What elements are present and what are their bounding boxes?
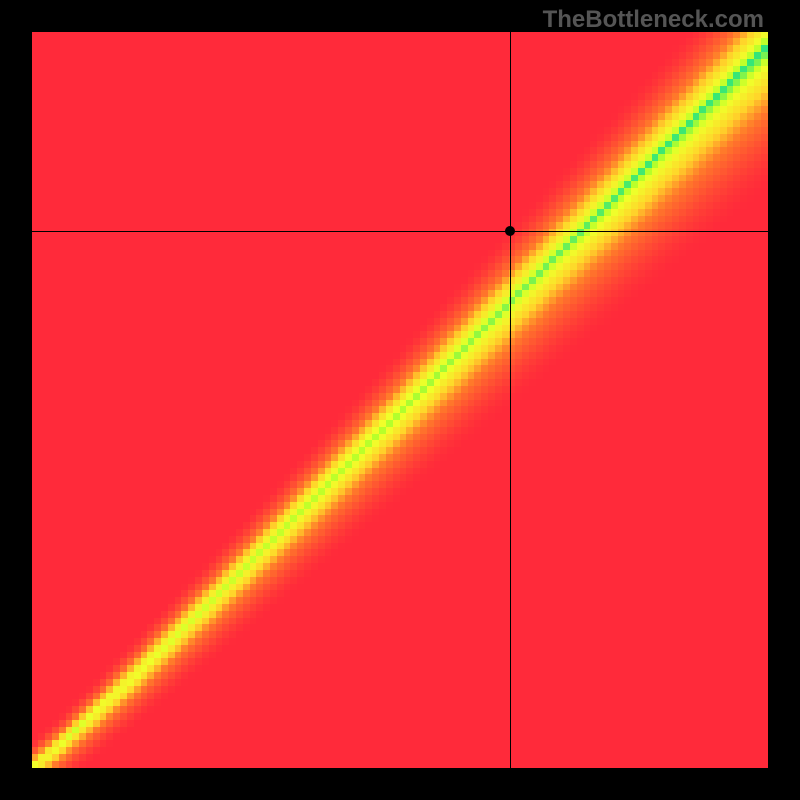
chart-container: TheBottleneck.com [0, 0, 800, 800]
plot-area [32, 32, 768, 768]
heatmap-canvas [32, 32, 768, 768]
attribution-text: TheBottleneck.com [543, 6, 764, 34]
